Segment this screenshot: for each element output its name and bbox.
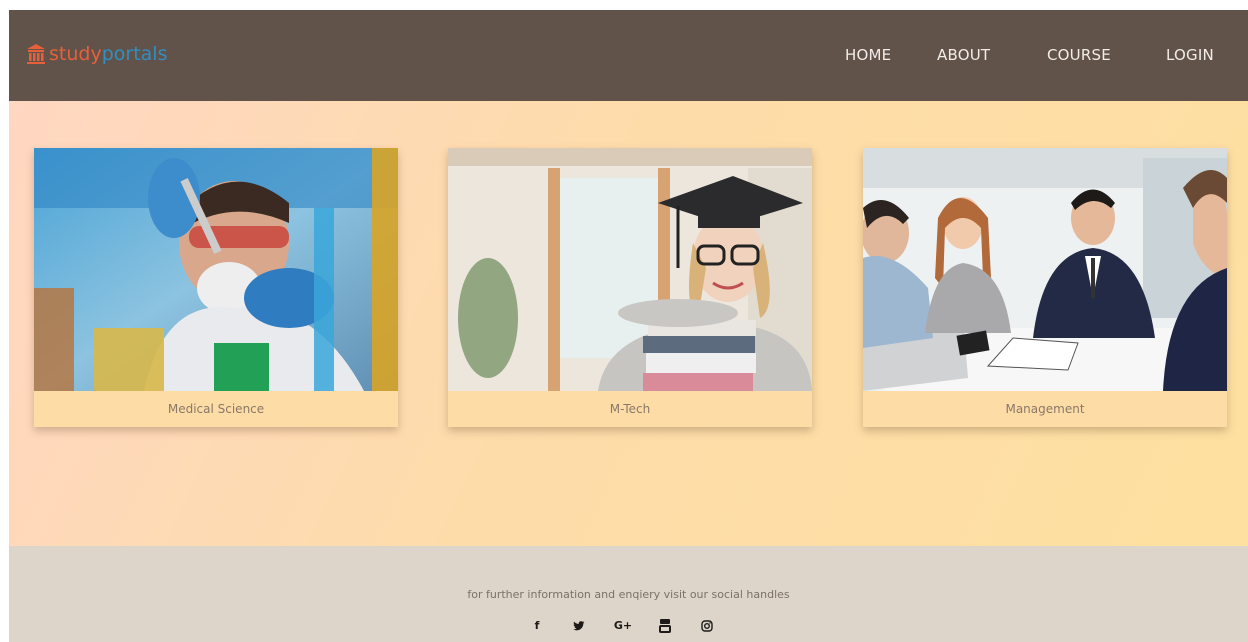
nav-login[interactable]: LOGIN	[1166, 46, 1214, 64]
course-section: Medical Science M-Tech Management	[9, 101, 1248, 546]
nav-course[interactable]: COURSE	[1047, 46, 1111, 64]
footer: for further information and enqiery visi…	[9, 546, 1248, 642]
business-meeting-photo	[863, 148, 1227, 391]
course-label: M-Tech	[609, 402, 651, 416]
course-label: Medical Science	[167, 402, 265, 416]
course-card-medical-science[interactable]: Medical Science	[34, 148, 398, 427]
logo-text-portals: portals	[101, 43, 168, 65]
course-label: Management	[1005, 402, 1085, 416]
university-icon	[27, 44, 45, 64]
youtube-icon[interactable]	[657, 618, 673, 634]
social-links: f G+	[529, 618, 729, 634]
page: study portals HOME ABOUT COURSE LOGIN Me…	[9, 10, 1248, 642]
nav-about[interactable]: ABOUT	[937, 46, 990, 64]
header-bar: study portals HOME ABOUT COURSE LOGIN	[9, 10, 1248, 101]
facebook-icon[interactable]: f	[529, 618, 545, 634]
course-card-management[interactable]: Management	[863, 148, 1227, 427]
twitter-icon[interactable]	[571, 618, 587, 634]
instagram-icon[interactable]	[699, 618, 715, 634]
footer-info-text: for further information and enqiery visi…	[467, 588, 790, 601]
graduate-student-photo	[448, 148, 812, 391]
google-plus-icon[interactable]: G+	[613, 618, 633, 634]
site-logo[interactable]: study portals	[26, 43, 167, 65]
scientist-lab-photo	[34, 148, 398, 391]
logo-text-study: study	[49, 43, 102, 65]
nav-home[interactable]: HOME	[845, 46, 891, 64]
course-card-m-tech[interactable]: M-Tech	[448, 148, 812, 427]
